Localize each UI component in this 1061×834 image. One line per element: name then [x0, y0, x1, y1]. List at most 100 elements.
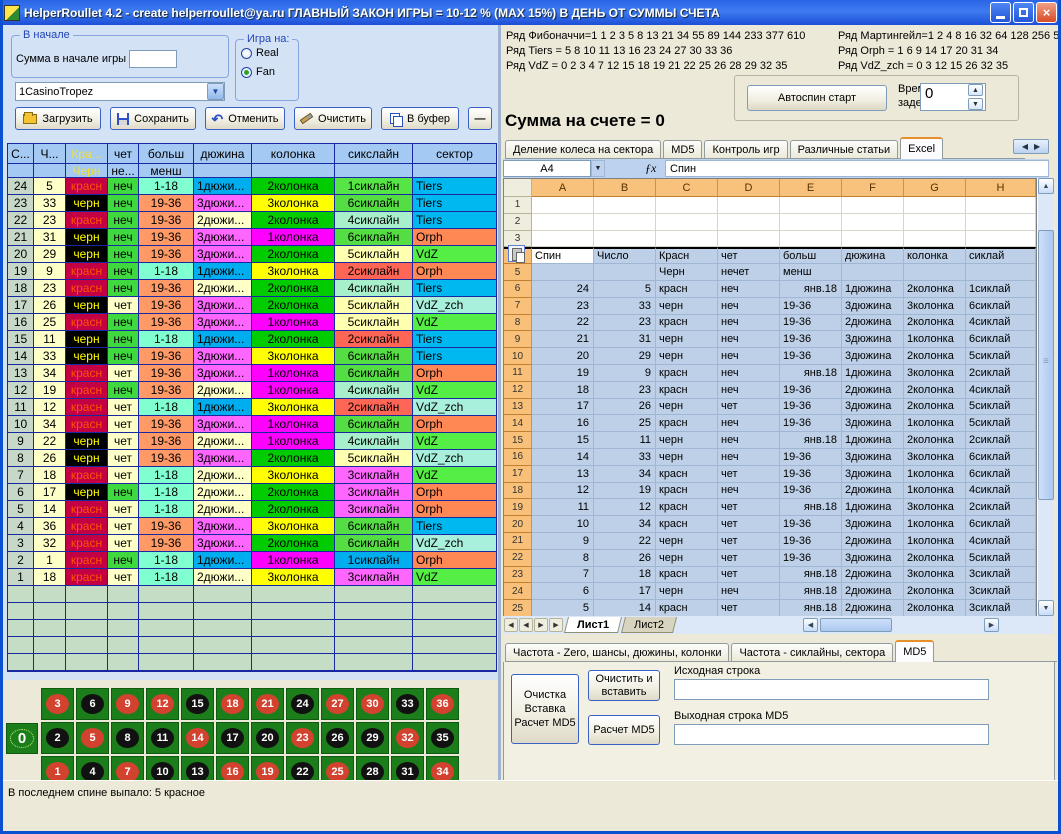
history-cell[interactable]: 1колонка	[252, 433, 335, 449]
history-cell[interactable]: неч	[108, 348, 139, 364]
history-cell[interactable]: 2колонка	[252, 297, 335, 313]
history-cell[interactable]: 2сиклайн	[335, 331, 413, 347]
history-cell[interactable]: 3дюжи...	[194, 229, 252, 245]
spreadsheet-cell[interactable]	[532, 197, 594, 214]
history-cell[interactable]: красн	[66, 535, 108, 551]
history-cell[interactable]: 19-36	[139, 450, 194, 466]
row-header[interactable]: 17	[504, 466, 532, 483]
board-number-cell[interactable]: 18	[216, 688, 249, 720]
save-button[interactable]: Сохранить	[110, 107, 196, 130]
history-cell[interactable]: 18	[8, 280, 34, 296]
spreadsheet-cell[interactable]: 31	[594, 331, 656, 348]
history-cell[interactable]: черн	[66, 297, 108, 313]
spreadsheet-cell[interactable]: 2колонка	[904, 550, 966, 567]
history-row[interactable]: 1511черннеч1-181дюжи...2колонка2сиклайнT…	[8, 331, 496, 348]
history-cell[interactable]: 1-18	[139, 399, 194, 415]
board-number-cell[interactable]: 9	[111, 688, 144, 720]
spreadsheet-cell[interactable]: 18	[532, 382, 594, 399]
spreadsheet-cell[interactable]: черн	[656, 348, 718, 365]
spreadsheet-cell[interactable]: 3дюжина	[842, 550, 904, 567]
spreadsheet-cell[interactable]: 17	[532, 399, 594, 416]
history-cell[interactable]: неч	[108, 552, 139, 568]
spreadsheet-cell[interactable]: красн	[656, 315, 718, 332]
row-header[interactable]: 21	[504, 533, 532, 550]
history-cell[interactable]: 31	[34, 229, 66, 245]
history-header-cell[interactable]	[8, 164, 34, 177]
history-cell[interactable]: VdZ_zch	[413, 297, 496, 313]
history-cell[interactable]: чет	[108, 399, 139, 415]
history-cell[interactable]: 3сиклайн	[335, 569, 413, 585]
history-cell[interactable]: красн	[66, 399, 108, 415]
row-header[interactable]: 23	[504, 567, 532, 584]
history-empty-cell[interactable]	[252, 637, 335, 653]
spreadsheet-cell[interactable]: 6сиклай	[966, 516, 1036, 533]
board-zero-cell[interactable]: 0	[6, 723, 38, 754]
spreadsheet-cell[interactable]: 2колонка	[904, 382, 966, 399]
column-header[interactable]: E	[780, 179, 842, 197]
history-cell[interactable]: 2дюжи...	[194, 569, 252, 585]
history-row[interactable]: 1433черннеч19-363дюжи...3колонка6сиклайн…	[8, 348, 496, 365]
history-header-cell[interactable]: сикслайн	[335, 144, 413, 163]
spreadsheet-cell[interactable]: 3дюжина	[842, 516, 904, 533]
column-header[interactable]: F	[842, 179, 904, 197]
history-row[interactable]: 245красннеч1-181дюжи...2колонка1сиклайнT…	[8, 178, 496, 195]
spreadsheet-cell[interactable]: 1колонка	[904, 483, 966, 500]
spreadsheet-cell[interactable]: неч	[718, 315, 780, 332]
history-cell[interactable]: VdZ	[413, 246, 496, 262]
history-cell[interactable]: 5	[8, 501, 34, 517]
spreadsheet-cell[interactable]: 2сиклай	[966, 499, 1036, 516]
spreadsheet-cell[interactable]: неч	[718, 365, 780, 382]
history-cell[interactable]: 6сиклайн	[335, 195, 413, 211]
history-empty-cell[interactable]	[8, 620, 34, 636]
history-cell[interactable]: красн	[66, 280, 108, 296]
history-empty-cell[interactable]	[108, 637, 139, 653]
output-string-input[interactable]	[674, 724, 989, 745]
history-cell[interactable]: черн	[66, 229, 108, 245]
history-cell[interactable]: 2колонка	[252, 212, 335, 228]
spreadsheet-cell[interactable]	[656, 197, 718, 214]
history-empty-cell[interactable]	[335, 603, 413, 619]
history-cell[interactable]: 2колонка	[252, 331, 335, 347]
spreadsheet-cell[interactable]: 1колонка	[904, 466, 966, 483]
spreadsheet-cell[interactable]: дюжина	[842, 247, 904, 264]
formula-input[interactable]: Спин	[665, 160, 1049, 177]
history-cell[interactable]: 1-18	[139, 263, 194, 279]
history-cell[interactable]: Tiers	[413, 518, 496, 534]
spreadsheet-cell[interactable]: 14	[594, 600, 656, 617]
sheet-tab-лист1[interactable]: Лист1	[564, 617, 622, 633]
history-cell[interactable]: 23	[34, 212, 66, 228]
board-number-cell[interactable]: 2	[41, 722, 74, 754]
spreadsheet-cell[interactable]: янв.18	[780, 432, 842, 449]
history-cell[interactable]: красн	[66, 212, 108, 228]
history-cell[interactable]: 29	[34, 246, 66, 262]
spreadsheet-cell[interactable]: чет	[718, 399, 780, 416]
history-header-cell[interactable]	[194, 164, 252, 177]
history-cell[interactable]: 1сиклайн	[335, 552, 413, 568]
spin-up-button[interactable]: ▲	[968, 84, 983, 96]
history-empty-cell[interactable]	[194, 603, 252, 619]
spreadsheet-cell[interactable]: 3дюжина	[842, 466, 904, 483]
spreadsheet-cell[interactable]	[532, 214, 594, 231]
spreadsheet-cell[interactable]: 9	[532, 533, 594, 550]
history-cell[interactable]: красн	[66, 467, 108, 483]
spreadsheet-cell[interactable]: неч	[718, 331, 780, 348]
spreadsheet-cell[interactable]: Красн	[656, 247, 718, 264]
history-cell[interactable]: чет	[108, 467, 139, 483]
history-row[interactable]: 1034краснчет19-363дюжи...1колонка6сиклай…	[8, 416, 496, 433]
spreadsheet-cell[interactable]: 3дюжина	[842, 399, 904, 416]
history-cell[interactable]: 3сиклайн	[335, 467, 413, 483]
row-header[interactable]: 10	[504, 348, 532, 365]
history-cell[interactable]: 18	[34, 569, 66, 585]
column-header[interactable]: G	[904, 179, 966, 197]
spreadsheet-cell[interactable]	[966, 264, 1036, 281]
radio-fan[interactable]: Fan	[241, 66, 298, 78]
history-cell[interactable]: 19-36	[139, 535, 194, 551]
history-row[interactable]: 2223красннеч19-362дюжи...2колонка4сиклай…	[8, 212, 496, 229]
horizontal-scroll-thumb[interactable]	[820, 618, 892, 632]
history-cell[interactable]: чет	[108, 569, 139, 585]
history-header-cell[interactable]: Ч...	[34, 144, 66, 163]
history-cell[interactable]: неч	[108, 314, 139, 330]
cell-name-box[interactable]: A4	[503, 160, 591, 177]
history-cell[interactable]: 3колонка	[252, 467, 335, 483]
spreadsheet-cell[interactable]: 12	[532, 483, 594, 500]
